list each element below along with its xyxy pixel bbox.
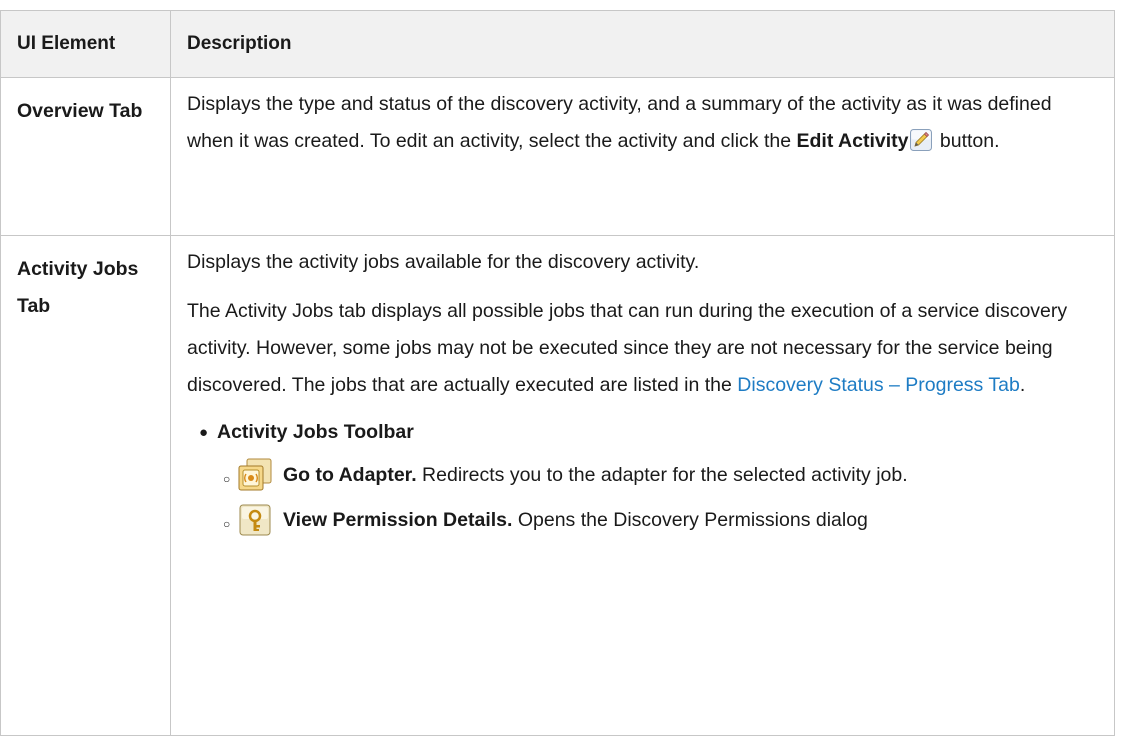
edit-activity-label: Edit Activity — [796, 130, 909, 152]
circle-bullet-icon: ○ — [223, 472, 231, 486]
activity-jobs-para2: The Activity Jobs tab displays all possi… — [187, 293, 1100, 404]
pencil-edit-icon — [910, 129, 933, 151]
table-row: Overview Tab Displays the type and statu… — [0, 77, 1115, 236]
activity-jobs-toolbar-title: Activity Jobs Toolbar — [217, 421, 414, 443]
activity-jobs-para1: Displays the activity jobs available for… — [187, 251, 700, 273]
list-item: ○ Go to Adapter. Redirects you to the ad… — [223, 457, 1100, 494]
table-row: Activity Jobs Tab Displays the activity … — [0, 235, 1115, 736]
go-to-adapter-text: Redirects you to the adapter for the sel… — [416, 464, 908, 486]
table-header-row: UI Element Description — [0, 10, 1115, 78]
go-to-adapter-label: Go to Adapter. — [283, 464, 417, 486]
view-permission-icon — [239, 504, 271, 536]
bullet-icon: ● — [199, 424, 209, 441]
para2-end: . — [1019, 374, 1026, 396]
list-item: ○ View Permission Details. Opens the Dis… — [223, 502, 1100, 539]
toolbar-items-list: ○ Go to Adapter. Redirects you to the ad… — [217, 457, 1100, 539]
circle-bullet-icon: ○ — [223, 517, 231, 531]
overview-text-end: button. — [934, 130, 1000, 152]
discovery-status-progress-tab-link[interactable]: Discovery Status – Progress Tab — [737, 374, 1020, 396]
overview-description: Displays the type and status of the disc… — [187, 86, 1100, 160]
list-item: ● Activity Jobs Toolbar ○ Go to Adapter.… — [199, 414, 1100, 539]
toolbar-list: ● Activity Jobs Toolbar ○ Go to Adapter.… — [187, 414, 1100, 539]
row-description-overview-tab: Displays the type and status of the disc… — [170, 77, 1115, 236]
go-to-adapter-icon — [238, 458, 272, 491]
ui-elements-table: UI Element Description Overview Tab Disp… — [0, 10, 1115, 736]
row-description-activity-jobs-tab: Displays the activity jobs available for… — [170, 235, 1115, 736]
row-term-overview-tab: Overview Tab — [0, 77, 171, 236]
view-permission-text: Opens the Discovery Permissions dialog — [512, 509, 868, 531]
header-description: Description — [170, 10, 1115, 78]
row-term-activity-jobs-tab: Activity Jobs Tab — [0, 235, 171, 736]
view-permission-label: View Permission Details. — [283, 509, 513, 531]
header-ui-element: UI Element — [0, 10, 171, 78]
